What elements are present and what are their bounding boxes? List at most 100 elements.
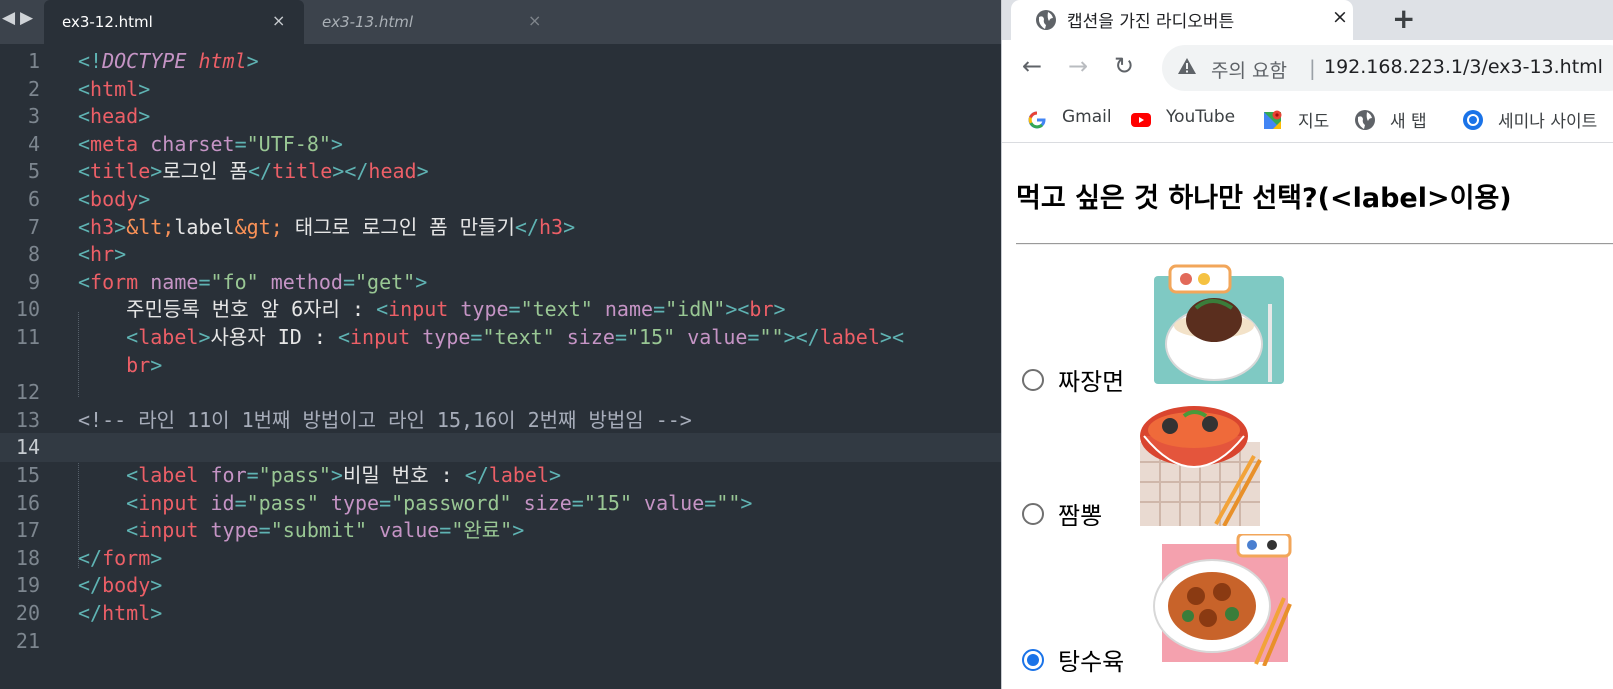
url-text[interactable]: 192.168.223.1/3/ex3-13.html xyxy=(1324,56,1603,78)
code-text: <title>로그인 폼</title></head> xyxy=(78,159,429,184)
page-heading: 먹고 싶은 것 하나만 선택?(<label>이용) xyxy=(1016,183,1512,214)
close-icon[interactable]: × xyxy=(528,11,541,30)
code-text: <head> xyxy=(78,104,151,129)
code-line[interactable]: 16 <input id="pass" type="password" size… xyxy=(0,489,1001,518)
code-line[interactable]: 10 주민등록 번호 앞 6자리 : <input type="text" na… xyxy=(0,295,1001,324)
security-label[interactable]: 주의 요함 xyxy=(1211,56,1287,83)
code-line[interactable]: 21 xyxy=(0,627,1001,656)
code-text: 주민등록 번호 앞 6자리 : <input type="text" name=… xyxy=(78,297,786,322)
browser-tab[interactable]: 캡션을 가진 라디오버튼 × xyxy=(1011,0,1353,40)
line-number: 10 xyxy=(15,297,40,322)
google-icon xyxy=(1028,111,1046,129)
line-number: 19 xyxy=(15,573,40,598)
radio-button[interactable] xyxy=(1022,369,1044,391)
code-line[interactable]: 8 <hr> xyxy=(0,240,1001,269)
line-number: 20 xyxy=(15,601,40,625)
close-icon[interactable]: × xyxy=(1332,6,1348,28)
code-line[interactable]: 7 <h3>&lt;label&gt; 태그로 로그인 폼 만들기</h3> xyxy=(0,213,1001,242)
line-number: 6 xyxy=(27,187,40,211)
page-content: 먹고 싶은 것 하나만 선택?(<label>이용) 짜장면 짬뽕 탕수육 xyxy=(1002,144,1613,689)
line-number: 21 xyxy=(15,628,40,653)
youtube-icon xyxy=(1131,113,1151,127)
code-line[interactable]: 18 </form> xyxy=(0,544,1001,573)
tab-scroll-right-icon[interactable]: ▶ xyxy=(20,8,33,28)
code-line-wrap[interactable]: br> xyxy=(0,351,1001,380)
code-text: <label for="pass">비밀 번호 : </label> xyxy=(126,463,562,487)
editor-tab-label: ex3-13.html xyxy=(322,13,414,31)
code-line[interactable]: 15 <label for="pass">비밀 번호 : </label> xyxy=(0,461,1001,490)
editor-tab-label: ex3-12.html xyxy=(62,13,153,31)
code-text: </html> xyxy=(78,601,163,625)
reload-button[interactable]: ↻ xyxy=(1114,52,1134,80)
line-number: 3 xyxy=(27,104,40,129)
code-text: <body> xyxy=(78,187,151,211)
globe-icon xyxy=(1355,110,1375,130)
code-text: <form name="fo" method="get"> xyxy=(78,269,428,294)
code-line[interactable]: 19 </body> xyxy=(0,571,1001,600)
line-number: 14 xyxy=(15,435,40,460)
line-number: 17 xyxy=(15,518,40,543)
code-text: <html> xyxy=(78,76,151,101)
radio-button-checked[interactable] xyxy=(1022,649,1044,671)
jjamppong-image[interactable] xyxy=(1136,402,1262,526)
choice-label[interactable]: 탕수육 xyxy=(1058,642,1124,677)
code-editor: ◀ ▶ ex3-12.html × ex3-13.html × 1 <!DOCTY… xyxy=(0,0,1001,689)
editor-tab-bar: ◀ ▶ ex3-12.html × ex3-13.html × xyxy=(0,0,1001,44)
address-bar[interactable]: 주의 요함 | 192.168.223.1/3/ex3-13.html xyxy=(1162,45,1613,91)
code-line[interactable]: 9 <form name="fo" method="get"> xyxy=(0,268,1001,297)
radio-button[interactable] xyxy=(1022,503,1044,525)
jjajangmyeon-image[interactable] xyxy=(1152,264,1286,388)
line-number: 8 xyxy=(27,242,40,267)
code-line[interactable]: 17 <input type="submit" value="완료"> xyxy=(0,516,1001,545)
line-number: 12 xyxy=(15,380,40,405)
line-number: 2 xyxy=(27,76,40,101)
tab-scroll-left-icon[interactable]: ◀ xyxy=(2,8,15,28)
browser-tab-strip: 캡션을 가진 라디오버튼 × + xyxy=(1002,0,1613,40)
back-button[interactable]: ← xyxy=(1022,52,1042,80)
line-number: 5 xyxy=(27,159,40,184)
line-number: 11 xyxy=(15,325,40,349)
code-text: </body> xyxy=(78,573,163,598)
editor-tab-ex3-12[interactable]: ex3-12.html × xyxy=(44,0,304,44)
code-text: <hr> xyxy=(78,242,127,267)
omnibox-divider: | xyxy=(1309,56,1316,80)
line-number: 4 xyxy=(27,131,40,156)
code-text: <!-- 라인 11이 1번째 방법이고 라인 15,16이 2번째 방법임 -… xyxy=(78,407,692,432)
code-text: <label>사용자 ID : <input type="text" size=… xyxy=(126,325,904,349)
code-line[interactable]: 14 xyxy=(0,433,1001,462)
code-line[interactable]: 5 <title>로그인 폼</title></head> xyxy=(0,157,1001,186)
browser-toolbar: ← → ↻ 주의 요함 | 192.168.223.1/3/ex3-13.htm… xyxy=(1002,40,1613,95)
code-text: br> xyxy=(126,352,163,377)
line-number: 9 xyxy=(27,269,40,294)
close-icon[interactable]: × xyxy=(272,11,285,30)
forward-button[interactable]: → xyxy=(1068,52,1088,80)
globe-icon xyxy=(1036,10,1056,30)
code-text: <input id="pass" type="password" size="1… xyxy=(126,490,753,515)
editor-tab-ex3-13[interactable]: ex3-13.html × xyxy=(304,0,550,44)
code-text: <input type="submit" value="완료"> xyxy=(126,518,525,543)
code-text: <meta charset="UTF-8"> xyxy=(78,131,343,156)
code-text: <!DOCTYPE html> xyxy=(78,49,259,73)
code-line[interactable]: 11 <label>사용자 ID : <input type="text" si… xyxy=(0,323,1001,352)
code-text: <h3>&lt;label&gt; 태그로 로그인 폼 만들기</h3> xyxy=(78,214,576,239)
code-line[interactable]: 3 <head> xyxy=(0,102,1001,131)
bookmarks-bar: Gmail YouTube 지도 새 탭 세미나 사이트 xyxy=(1002,95,1613,143)
maps-icon xyxy=(1264,110,1282,129)
code-line[interactable]: 6 <body> xyxy=(0,185,1001,214)
code-area[interactable]: 1 <!DOCTYPE html> 2 <html> 3 <head> 4 <meta cha… xyxy=(0,44,1001,689)
code-line[interactable]: 1 <!DOCTYPE html> xyxy=(0,47,1001,76)
code-line[interactable]: 12 xyxy=(0,378,1001,407)
warning-icon[interactable] xyxy=(1177,56,1197,76)
code-line[interactable]: 2 <html> xyxy=(0,75,1001,104)
code-line[interactable]: 13 <!-- 라인 11이 1번째 방법이고 라인 15,16이 2번째 방법임… xyxy=(0,406,1001,435)
tangsuyuk-image[interactable] xyxy=(1152,534,1292,666)
horizontal-rule xyxy=(1016,243,1613,245)
choice-label[interactable]: 짜장면 xyxy=(1058,362,1124,397)
code-line[interactable]: 20 </html> xyxy=(0,599,1001,628)
chrome-icon xyxy=(1463,110,1483,130)
new-tab-button[interactable]: + xyxy=(1392,2,1415,35)
code-line[interactable]: 4 <meta charset="UTF-8"> xyxy=(0,130,1001,159)
line-number: 16 xyxy=(15,490,40,515)
browser-tab-title: 캡션을 가진 라디오버튼 xyxy=(1067,12,1235,32)
choice-label[interactable]: 짬뽕 xyxy=(1058,496,1102,531)
